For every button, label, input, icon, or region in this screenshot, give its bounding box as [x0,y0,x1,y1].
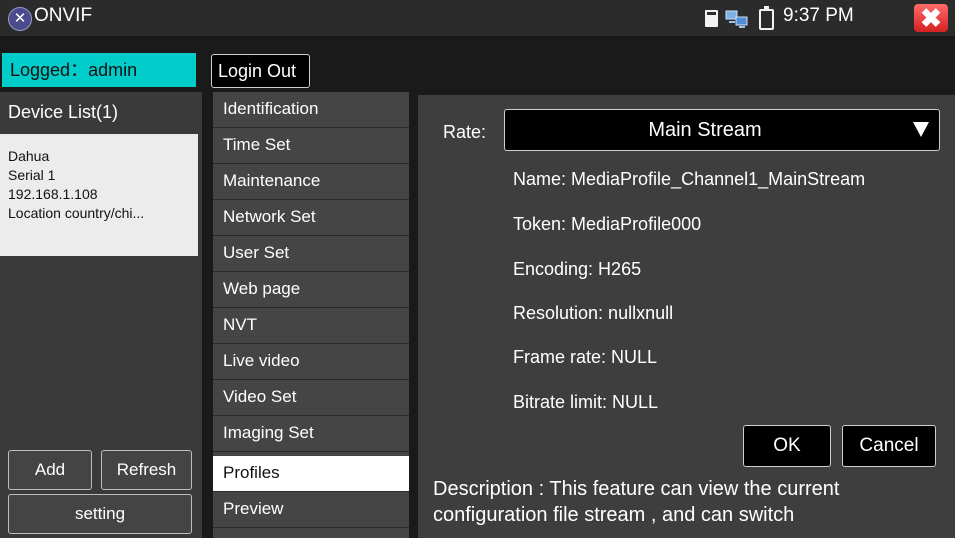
menu-item-web-page[interactable]: Web page [213,272,409,308]
description-text: Description : This feature can view the … [433,478,840,526]
menu-item-maintenance[interactable]: Maintenance [213,164,409,200]
menu-item-nvt[interactable]: NVT [213,308,409,344]
main-area: Logged：admin Login Out Device List(1) Da… [0,36,955,538]
device-name: Dahua [8,148,50,164]
device-location: Location country/chi... [8,205,145,221]
refresh-button[interactable]: Refresh [101,450,192,490]
setting-button[interactable]: setting [8,494,192,534]
logged-in-status: Logged：admin [2,53,196,87]
profile-token: Token: MediaProfile000 [513,214,702,234]
menu-item-network-set[interactable]: Network Set [213,200,409,236]
device-ip: 192.168.1.108 [8,186,98,202]
menu-item-imaging-set[interactable]: Imaging Set [213,416,409,452]
profile-bitrate-limit: Bitrate limit: NULL [513,392,659,412]
menu-item-identification[interactable]: Identification [213,92,409,128]
profile-encoding: Encoding: H265 [513,259,642,279]
ok-button[interactable]: OK [743,425,831,467]
profile-frame-rate: Frame rate: NULL [513,347,658,367]
login-out-button[interactable]: Login Out [211,54,310,88]
network-icon [725,10,748,28]
cancel-button[interactable]: Cancel [842,425,936,467]
device-list-panel: Device List(1) Dahua Serial 1 192.168.1.… [0,92,202,538]
menu-item-video-set[interactable]: Video Set [213,380,409,416]
profile-panel: Rate: Main Stream Name: MediaProfile_Cha… [418,95,955,538]
profile-name: Name: MediaProfile_Channel1_MainStream [513,169,866,189]
rate-label: Rate: [443,122,487,142]
profile-resolution: Resolution: nullxnull [513,303,674,323]
battery-icon [759,6,774,30]
menu-item-profiles[interactable]: Profiles [213,456,409,492]
menu-item-user-set[interactable]: User Set [213,236,409,272]
menu-item-time-set[interactable]: Time Set [213,128,409,164]
app-title: ONVIF [34,5,93,26]
device-serial: Serial 1 [8,167,56,183]
dropdown-arrow-icon [913,122,929,137]
device-list-header: Device List(1) [8,102,119,122]
clock: 9:37 PM [783,5,854,26]
device-list-item[interactable]: Dahua Serial 1 192.168.1.108 Location co… [0,134,198,256]
menu-item-live-video[interactable]: Live video [213,344,409,380]
tools-icon: ✕ [8,7,32,31]
rate-dropdown[interactable]: Main Stream [504,109,940,151]
rate-selected-value: Main Stream [648,119,762,141]
sd-card-icon [705,10,718,27]
title-bar: ✕ ONVIF 9:37 PM ✖ [0,0,955,36]
add-button[interactable]: Add [8,450,92,490]
function-menu: Identification Time Set Maintenance Netw… [213,92,409,538]
close-button[interactable]: ✖ [914,4,948,32]
menu-item-preview[interactable]: Preview [213,492,409,528]
